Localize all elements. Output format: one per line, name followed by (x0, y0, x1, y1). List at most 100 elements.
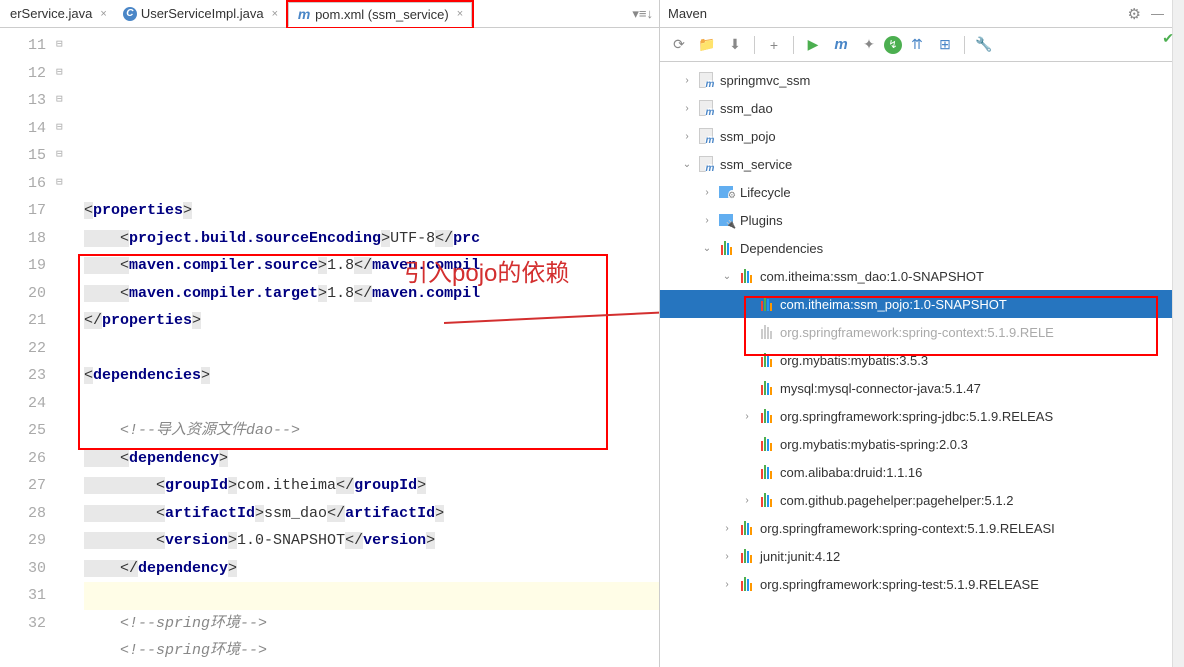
code-line[interactable]: </properties> (84, 307, 659, 335)
collapse-icon[interactable]: ⇈ (904, 33, 930, 57)
tree-label: ssm_pojo (720, 129, 776, 144)
folder-plug-icon (718, 212, 734, 228)
tree-row[interactable]: ›Plugins (660, 206, 1172, 234)
dep-icon (758, 352, 774, 368)
code-editor[interactable]: 1112131415161718192021222324252627282930… (0, 28, 659, 667)
code-line[interactable]: <properties> (84, 197, 659, 225)
chevron-icon[interactable]: ⌄ (720, 271, 734, 282)
tree-label: springmvc_ssm (720, 73, 810, 88)
code-line[interactable] (84, 170, 659, 198)
code-line[interactable]: <artifactId>ssm_dao</artifactId> (84, 500, 659, 528)
code-line[interactable]: <project.build.sourceEncoding>UTF-8</prc (84, 225, 659, 253)
m-file-icon (698, 72, 714, 88)
maven-tree[interactable]: › springmvc_ssm › ssm_dao › ssm_pojo ⌄ ssm_serv… (660, 62, 1172, 667)
dep-icon (738, 548, 754, 564)
tree-row[interactable]: ⌄ ssm_service (660, 150, 1172, 178)
dep-gray-icon (758, 324, 774, 340)
chevron-icon[interactable]: › (680, 75, 694, 86)
dep-icon (758, 436, 774, 452)
code-line[interactable]: <!--导入资源文件dao--> (84, 417, 659, 445)
tab-menu-icon[interactable]: ▾≡↓ (632, 6, 653, 22)
chevron-icon[interactable]: › (700, 187, 714, 198)
add-icon[interactable]: + (761, 33, 787, 57)
chevron-icon[interactable]: › (680, 131, 694, 142)
code-line[interactable] (84, 390, 659, 418)
tree-row[interactable]: mysql:mysql-connector-java:5.1.47 (660, 374, 1172, 402)
code-line[interactable]: </dependency> (84, 555, 659, 583)
tree-label: ssm_dao (720, 101, 773, 116)
wrench-icon[interactable]: 🔧 (971, 33, 997, 57)
tree-label: mysql:mysql-connector-java:5.1.47 (780, 381, 981, 396)
tab-pom-xml[interactable]: m pom.xml (ssm_service) × (288, 2, 472, 27)
tree-label: org.springframework:spring-test:5.1.9.RE… (760, 577, 1039, 592)
dep-icon (738, 576, 754, 592)
tree-row[interactable]: ›org.springframework:spring-jdbc:5.1.9.R… (660, 402, 1172, 430)
dep-icon (718, 240, 734, 256)
close-icon[interactable]: × (272, 8, 278, 20)
chevron-icon[interactable]: › (740, 495, 754, 506)
tab-label: pom.xml (ssm_service) (315, 7, 449, 22)
tree-row[interactable]: ›junit:junit:4.12 (660, 542, 1172, 570)
maven-panel-header: Maven ⚙ — (660, 0, 1172, 28)
tree-row[interactable]: org.mybatis:mybatis:3.5.3 (660, 346, 1172, 374)
code-line[interactable] (84, 335, 659, 363)
chevron-icon[interactable]: › (720, 523, 734, 534)
chevron-icon[interactable]: › (680, 103, 694, 114)
code-line[interactable]: <dependency> (84, 445, 659, 473)
chevron-icon[interactable]: ⌄ (700, 243, 714, 254)
refresh-icon[interactable]: ⟳ (666, 33, 692, 57)
tree-row[interactable]: › Lifecycle (660, 178, 1172, 206)
chevron-icon[interactable]: › (720, 579, 734, 590)
code-line[interactable]: <maven.compiler.target>1.8</maven.compil (84, 280, 659, 308)
tree-row[interactable]: ⌄Dependencies (660, 234, 1172, 262)
tab-userserviceimpl[interactable]: C UserServiceImpl.java × (115, 2, 286, 25)
checkmark-icon: ✔ (1162, 30, 1174, 47)
tree-label: Lifecycle (740, 185, 791, 200)
tree-row[interactable]: › ssm_dao (660, 94, 1172, 122)
editor-tabs: erService.java × C UserServiceImpl.java … (0, 0, 659, 28)
maven-m-icon[interactable]: m (828, 33, 854, 57)
class-icon: C (123, 7, 137, 21)
code-line[interactable]: <dependencies> (84, 362, 659, 390)
graph-icon[interactable]: ⊞ (932, 33, 958, 57)
code-line[interactable]: <!--spring环境--> (84, 610, 659, 638)
tree-row[interactable]: com.itheima:ssm_pojo:1.0-SNAPSHOT (660, 290, 1172, 318)
code-line[interactable] (84, 582, 659, 610)
code-line[interactable]: <groupId>com.itheima</groupId> (84, 472, 659, 500)
tree-row[interactable]: › ssm_pojo (660, 122, 1172, 150)
tree-row[interactable]: ›com.github.pagehelper:pagehelper:5.1.2 (660, 486, 1172, 514)
code-line[interactable]: <maven.compiler.source>1.8</maven.compil (84, 252, 659, 280)
generate-icon[interactable]: 📁 (694, 33, 720, 57)
tab-label: UserServiceImpl.java (141, 6, 264, 21)
tree-label: org.springframework:spring-context:5.1.9… (780, 325, 1054, 340)
dep-icon (758, 380, 774, 396)
chevron-icon[interactable]: ⌄ (680, 159, 694, 170)
tree-row[interactable]: com.alibaba:druid:1.1.16 (660, 458, 1172, 486)
tree-label: org.mybatis:mybatis-spring:2.0.3 (780, 437, 968, 452)
code-line[interactable]: <!--spring环境--> (84, 637, 659, 665)
run-icon[interactable]: ▶ (800, 33, 826, 57)
tab-erservice[interactable]: erService.java × (2, 2, 115, 25)
chevron-icon[interactable]: › (740, 411, 754, 422)
hide-icon[interactable]: — (1151, 6, 1164, 21)
skip-icon[interactable]: ↯ (884, 36, 902, 54)
tree-row[interactable]: › org.springframework:spring-test:5.1.9.R… (660, 570, 1172, 598)
folder-gear-icon (718, 184, 734, 200)
tree-label: ssm_service (720, 157, 792, 172)
chevron-icon[interactable]: › (700, 215, 714, 226)
tree-row[interactable]: › springmvc_ssm (660, 66, 1172, 94)
tree-row[interactable]: org.mybatis:mybatis-spring:2.0.3 (660, 430, 1172, 458)
toggle-icon[interactable]: ✦ (856, 33, 882, 57)
download-icon[interactable]: ⬇ (722, 33, 748, 57)
tree-label: com.itheima:ssm_pojo:1.0-SNAPSHOT (780, 297, 1007, 312)
dep-icon (758, 408, 774, 424)
tree-row[interactable]: org.springframework:spring-context:5.1.9… (660, 318, 1172, 346)
close-icon[interactable]: × (100, 8, 106, 20)
chevron-icon[interactable]: › (720, 551, 734, 562)
tree-row[interactable]: ›org.springframework:spring-context:5.1.… (660, 514, 1172, 542)
code-line[interactable]: <version>1.0-SNAPSHOT</version> (84, 527, 659, 555)
tree-row[interactable]: ⌄com.itheima:ssm_dao:1.0-SNAPSHOT (660, 262, 1172, 290)
dep-icon (758, 464, 774, 480)
close-icon[interactable]: × (457, 8, 463, 20)
gear-icon[interactable]: ⚙ (1128, 5, 1141, 23)
